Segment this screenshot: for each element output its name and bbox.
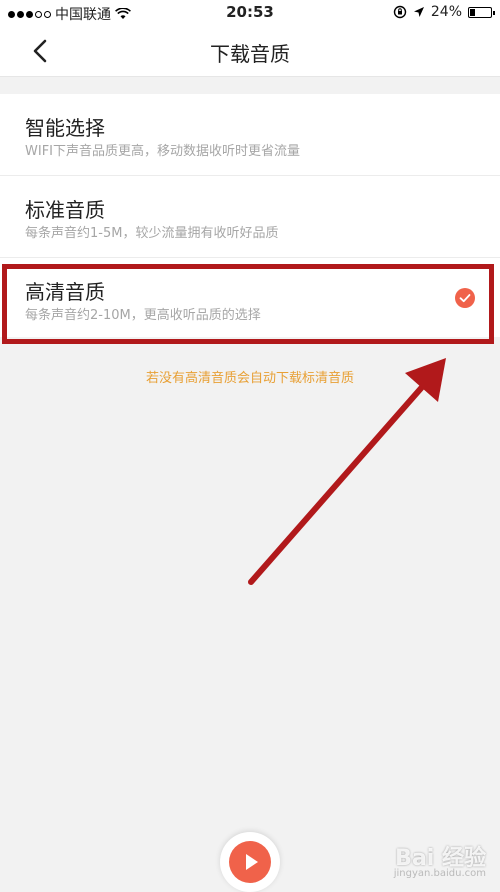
play-button-inner	[229, 841, 271, 883]
battery-icon	[468, 6, 495, 18]
play-icon	[246, 854, 258, 870]
option-subtitle: WIFI下声音品质更高，移动数据收听时更省流量	[25, 144, 300, 159]
checkmark-icon	[455, 288, 475, 308]
option-title: 智能选择	[25, 116, 105, 140]
orientation-lock-icon	[393, 5, 407, 19]
option-subtitle: 每条声音约2-10M，更高收听品质的选择	[25, 308, 261, 323]
page-title: 下载音质	[210, 42, 290, 66]
location-icon	[413, 7, 424, 17]
option-hd-quality[interactable]: 高清音质 每条声音约2-10M，更高收听品质的选择	[0, 258, 500, 337]
status-right: 24%	[393, 4, 495, 20]
option-title: 高清音质	[25, 280, 105, 304]
nav-bar: 下载音质	[0, 26, 500, 77]
status-bar: 中国联通 20:53 24%	[0, 0, 500, 26]
option-subtitle: 每条声音约1-5M，较少流量拥有收听好品质	[25, 226, 279, 241]
hint-text: 若没有高清音质会自动下载标清音质	[145, 371, 354, 386]
option-smart-select[interactable]: 智能选择 WIFI下声音品质更高，移动数据收听时更省流量	[0, 94, 500, 176]
option-title: 标准音质	[25, 198, 105, 222]
play-button[interactable]	[220, 832, 280, 892]
quality-options-list: 智能选择 WIFI下声音品质更高，移动数据收听时更省流量 标准音质 每条声音约1…	[0, 94, 500, 337]
battery-percent: 24%	[430, 4, 462, 20]
watermark-url: jingyan.baidu.com	[393, 868, 486, 879]
option-standard-quality[interactable]: 标准音质 每条声音约1-5M，较少流量拥有收听好品质	[0, 176, 500, 258]
battery-level-fill	[470, 8, 475, 16]
